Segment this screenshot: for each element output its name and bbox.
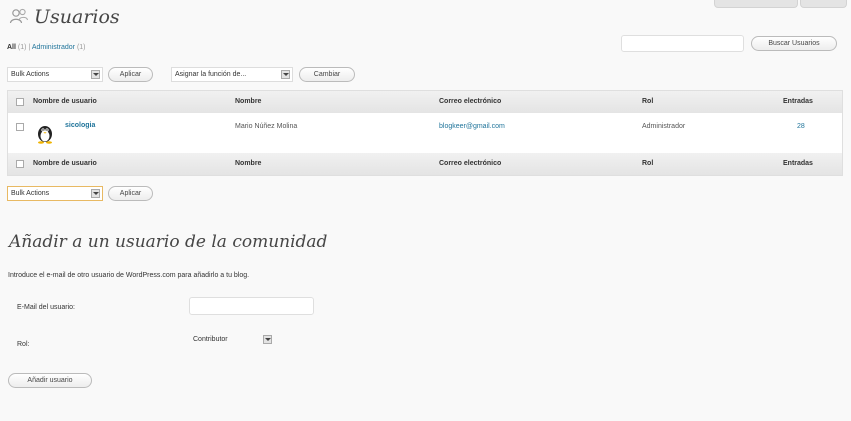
- table-header: Nombre de usuario Nombre Correo electrón…: [8, 91, 842, 113]
- users-table: Nombre de usuario Nombre Correo electrón…: [7, 90, 843, 176]
- column-header-username[interactable]: Nombre de usuario: [33, 98, 97, 105]
- role-select[interactable]: Contributor: [189, 332, 275, 347]
- avatar: [34, 122, 56, 146]
- search-input[interactable]: [621, 35, 744, 52]
- row-email[interactable]: blogkeer@gmail.com: [439, 123, 505, 130]
- select-all-checkbox-footer[interactable]: [16, 160, 24, 168]
- bulk-actions-select-bottom[interactable]: Bulk Actions: [7, 186, 103, 201]
- apply-button-top[interactable]: Aplicar: [108, 67, 153, 82]
- column-header-posts: Entradas: [783, 98, 813, 105]
- column-footer-name[interactable]: Nombre: [235, 160, 261, 167]
- table-footer: Nombre de usuario Nombre Correo electrón…: [8, 153, 842, 175]
- bulk-actions-value: Bulk Actions: [11, 71, 50, 78]
- email-field[interactable]: [189, 297, 314, 315]
- email-label: E-Mail del usuario:: [17, 304, 75, 311]
- change-role-button[interactable]: Cambiar: [299, 67, 355, 82]
- column-footer-username[interactable]: Nombre de usuario: [33, 160, 97, 167]
- assign-role-select[interactable]: Asignar la función de...: [171, 67, 293, 82]
- row-posts-count[interactable]: 28: [797, 123, 805, 130]
- column-header-name[interactable]: Nombre: [235, 98, 261, 105]
- help-tab[interactable]: [800, 0, 847, 8]
- row-checkbox[interactable]: [16, 123, 24, 131]
- filter-administrator[interactable]: Administrador: [32, 44, 75, 51]
- select-all-checkbox[interactable]: [16, 98, 24, 106]
- filter-administrator-count: (1): [76, 44, 86, 51]
- role-filter-links: All (1) | Administrador (1): [7, 44, 86, 51]
- bulk-actions-value: Bulk Actions: [11, 190, 50, 197]
- apply-button-bottom[interactable]: Aplicar: [108, 186, 153, 201]
- chevron-down-icon: [91, 70, 100, 79]
- role-label: Rol:: [17, 341, 30, 348]
- search-users-button[interactable]: Buscar Usuarios: [751, 36, 837, 51]
- users-icon: [9, 7, 29, 29]
- row-name: Mario Núñez Molina: [235, 123, 298, 130]
- column-footer-role: Rol: [642, 160, 654, 167]
- column-footer-posts: Entradas: [783, 160, 813, 167]
- screen-options-tab[interactable]: [714, 0, 798, 8]
- column-footer-email[interactable]: Correo electrónico: [439, 160, 501, 167]
- page-title: Usuarios: [34, 6, 120, 28]
- assign-role-value: Asignar la función de...: [175, 71, 247, 78]
- add-user-button[interactable]: Añadir usuario: [8, 373, 92, 388]
- filter-all-count: (1): [17, 44, 27, 51]
- row-username[interactable]: sicologia: [65, 122, 95, 129]
- filter-all[interactable]: All: [7, 44, 16, 51]
- add-user-description: Introduce el e-mail de otro usuario de W…: [8, 272, 250, 279]
- filter-separator: |: [28, 44, 31, 51]
- row-role: Administrador: [642, 123, 686, 130]
- column-header-role: Rol: [642, 98, 654, 105]
- column-header-email[interactable]: Correo electrónico: [439, 98, 501, 105]
- chevron-down-icon: [91, 189, 100, 198]
- role-select-value: Contributor: [193, 336, 228, 343]
- add-user-section-title: Añadir a un usuario de la comunidad: [9, 232, 328, 252]
- chevron-down-icon: [281, 70, 290, 79]
- bulk-actions-select-top[interactable]: Bulk Actions: [7, 67, 103, 82]
- chevron-down-icon: [263, 335, 272, 344]
